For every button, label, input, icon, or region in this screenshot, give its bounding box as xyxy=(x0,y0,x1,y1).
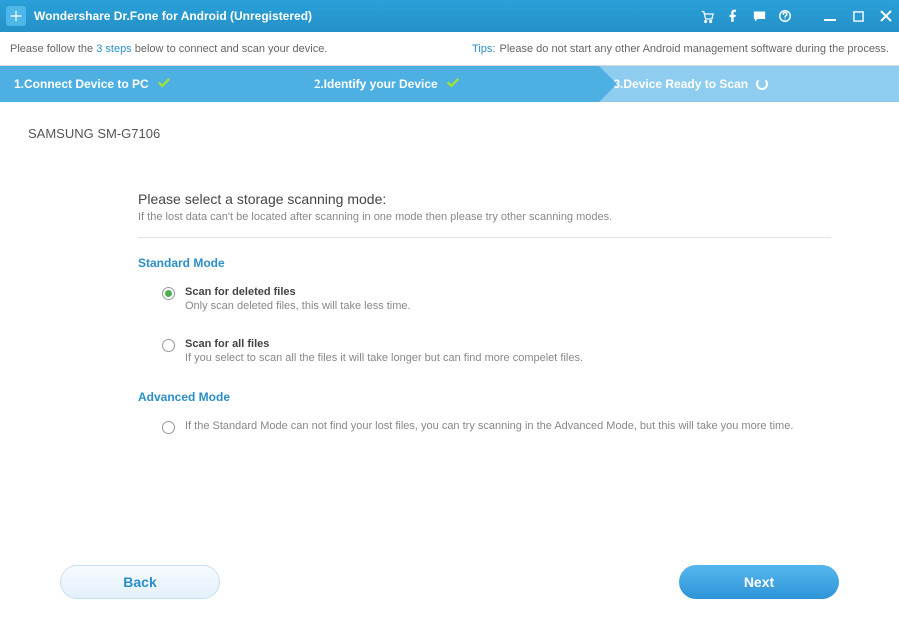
option-title: Scan for all files xyxy=(185,338,583,350)
steps-bar: 1.Connect Device to PC 2.Identify your D… xyxy=(0,66,899,102)
option-scan-all[interactable]: Scan for all files If you select to scan… xyxy=(162,338,831,364)
help-icon[interactable] xyxy=(777,8,793,24)
instruction-highlight: 3 steps xyxy=(96,43,131,55)
step-label: 1.Connect Device to PC xyxy=(14,77,149,91)
main-content: SAMSUNG SM-G7106 Please select a storage… xyxy=(0,102,899,547)
option-advanced[interactable]: If the Standard Mode can not find your l… xyxy=(162,420,831,434)
radio-scan-all[interactable] xyxy=(162,339,175,352)
close-button[interactable] xyxy=(879,9,893,23)
check-icon xyxy=(157,76,171,93)
tips-label: Tips: xyxy=(472,43,495,55)
facebook-icon[interactable] xyxy=(725,8,741,24)
step-ready-to-scan: 3.Device Ready to Scan xyxy=(599,66,899,102)
section-heading: Please select a storage scanning mode: xyxy=(138,191,831,207)
standard-mode-title: Standard Mode xyxy=(138,256,831,270)
option-description: If you select to scan all the files it w… xyxy=(185,352,583,364)
tips-content: Please do not start any other Android ma… xyxy=(499,43,889,55)
minimize-button[interactable] xyxy=(823,9,837,23)
section-subheading: If the lost data can't be located after … xyxy=(138,211,831,223)
option-description: Only scan deleted files, this will take … xyxy=(185,300,411,312)
tips-text: Tips: Please do not start any other Andro… xyxy=(472,43,889,55)
radio-advanced[interactable] xyxy=(162,421,175,434)
maximize-button[interactable] xyxy=(851,9,865,23)
step-label: 3.Device Ready to Scan xyxy=(613,77,748,91)
option-title: Scan for deleted files xyxy=(185,286,411,298)
advanced-mode-title: Advanced Mode xyxy=(138,390,831,404)
divider xyxy=(138,237,831,238)
step-connect-device: 1.Connect Device to PC xyxy=(0,66,300,102)
titlebar: Wondershare Dr.Fone for Android (Unregis… xyxy=(0,0,899,32)
footer: Back Next xyxy=(0,547,899,617)
next-button[interactable]: Next xyxy=(679,565,839,599)
step-identify-device: 2.Identify your Device xyxy=(300,66,600,102)
app-logo-icon xyxy=(6,6,26,26)
radio-scan-deleted[interactable] xyxy=(162,287,175,300)
instruction-suffix: below to connect and scan your device. xyxy=(132,43,328,55)
feedback-icon[interactable] xyxy=(751,8,767,24)
loading-spinner-icon xyxy=(756,78,768,90)
option-description: If the Standard Mode can not find your l… xyxy=(185,420,793,432)
cart-icon[interactable] xyxy=(699,8,715,24)
check-icon xyxy=(446,76,460,93)
window-title: Wondershare Dr.Fone for Android (Unregis… xyxy=(34,9,699,23)
instruction-text: Please follow the 3 steps below to conne… xyxy=(10,43,472,55)
back-button[interactable]: Back xyxy=(60,565,220,599)
app-window: Wondershare Dr.Fone for Android (Unregis… xyxy=(0,0,899,617)
option-scan-deleted[interactable]: Scan for deleted files Only scan deleted… xyxy=(162,286,831,312)
info-bar: Please follow the 3 steps below to conne… xyxy=(0,32,899,66)
instruction-prefix: Please follow the xyxy=(10,43,96,55)
step-label: 2.Identify your Device xyxy=(314,77,438,91)
device-name: SAMSUNG SM-G7106 xyxy=(28,126,871,141)
